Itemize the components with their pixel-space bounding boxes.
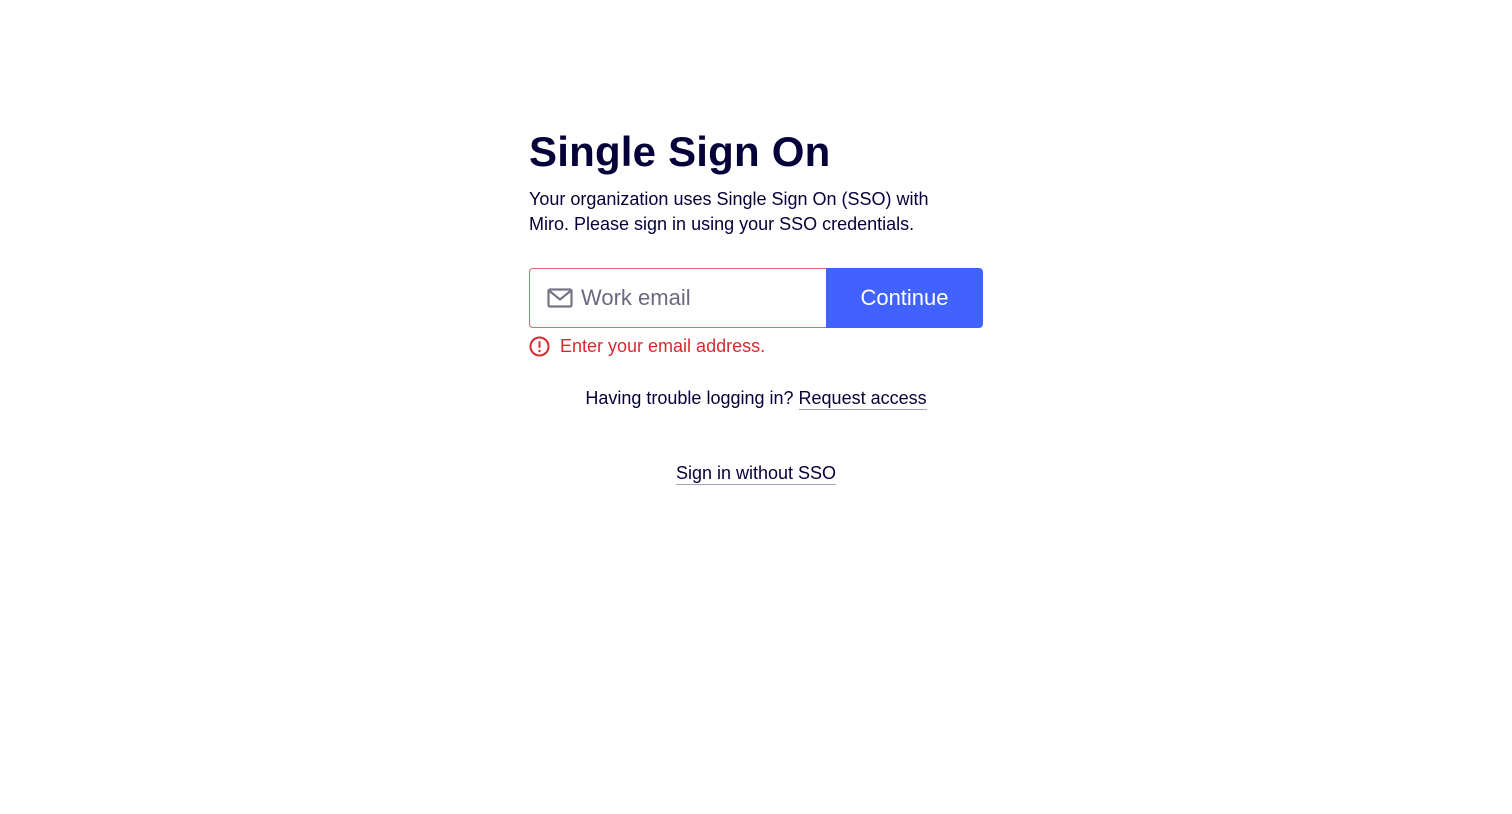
error-message: Enter your email address. [560,335,766,356]
page-title: Single Sign On [529,128,831,175]
email-error: Enter your email address. [529,335,983,357]
continue-button[interactable]: Continue [826,268,983,328]
email-field-wrapper[interactable] [529,268,826,328]
sso-login-panel: Single Sign On Your organization uses Si… [529,125,983,485]
alert-circle-icon [529,336,550,356]
email-form: Continue [529,268,983,328]
trouble-text: Having trouble logging in? [585,388,799,408]
sign-in-without-sso-link[interactable]: Sign in without SSO [675,463,837,485]
envelope-icon [547,288,573,308]
sign-in-without-sso-row: Sign in without SSO [529,461,983,485]
request-access-link[interactable]: Request access [798,388,927,410]
work-email-input[interactable] [530,269,826,327]
page-subtitle: Your organization uses Single Sign On (S… [529,189,929,234]
trouble-logging-in: Having trouble logging in? Request acces… [529,386,983,410]
